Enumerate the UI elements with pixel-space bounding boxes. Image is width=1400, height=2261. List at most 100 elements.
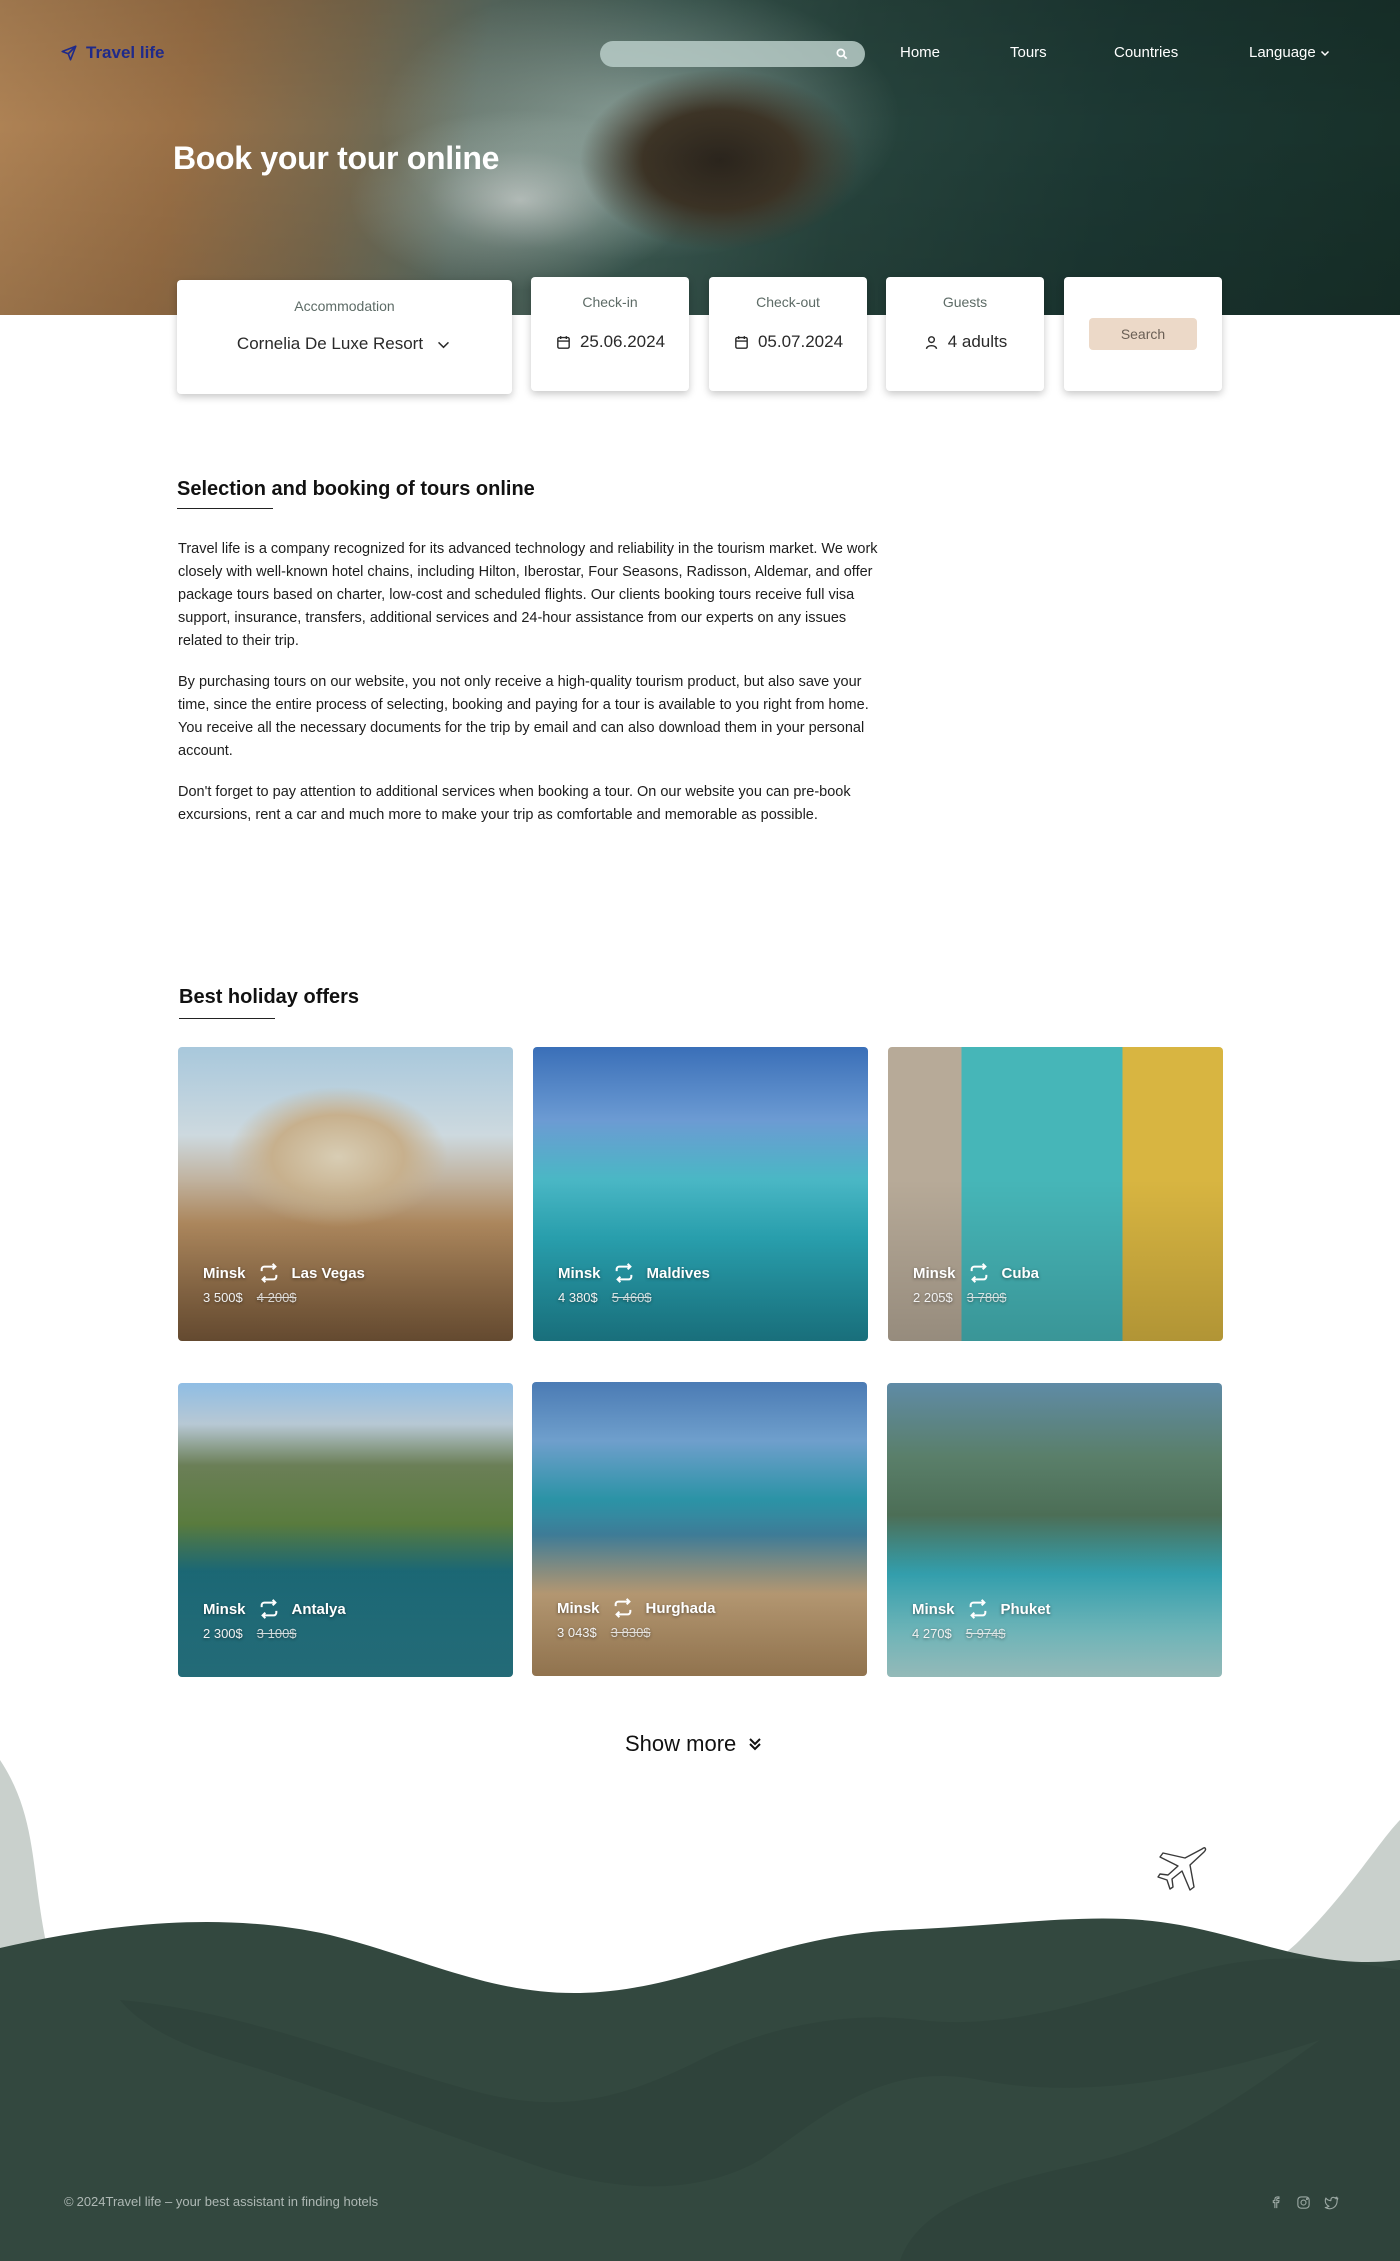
offer-old-price: 3 830$ — [610, 1625, 651, 1640]
round-trip-icon — [260, 1263, 277, 1283]
offer-price: 3 043$ — [557, 1625, 597, 1640]
offer-price: 2 300$ — [203, 1626, 243, 1641]
offer-from: Minsk — [203, 1600, 246, 1618]
title-underline — [177, 508, 273, 509]
nav-countries[interactable]: Countries — [1114, 44, 1178, 61]
checkout-value: 05.07.2024 — [757, 332, 844, 351]
round-trip-icon — [260, 1599, 277, 1619]
double-chevron-down-icon — [749, 1738, 761, 1751]
offer-card-cuba[interactable]: Minsk Cuba 2 205$ 3 780$ — [888, 1047, 1223, 1341]
offer-prices: 2 205$ 3 780$ — [913, 1290, 1007, 1305]
offer-route: Minsk Antalya — [203, 1598, 346, 1620]
footer-waves — [0, 1760, 1400, 2261]
search-input[interactable] — [600, 41, 865, 67]
offer-price: 3 500$ — [203, 1290, 243, 1305]
offers-title: Best holiday offers — [179, 986, 360, 1008]
about-paragraph: By purchasing tours on our website, you … — [178, 674, 869, 759]
offer-price: 4 380$ — [558, 1290, 598, 1305]
show-more-button[interactable]: Show more — [625, 1731, 762, 1757]
checkout-field[interactable]: Check-out 05.07.2024 — [709, 277, 867, 391]
offer-from: Minsk — [912, 1600, 955, 1618]
logo[interactable]: Travel life — [60, 43, 164, 63]
airplane-icon — [1157, 1847, 1207, 1891]
guests-value: 4 adults — [947, 332, 1008, 351]
about-paragraph: Don't forget to pay attention to additio… — [178, 784, 851, 823]
offer-from: Minsk — [557, 1599, 600, 1617]
facebook-icon[interactable] — [1268, 2195, 1283, 2210]
offer-route: Minsk Maldives — [558, 1262, 710, 1284]
offer-to: Antalya — [291, 1600, 346, 1618]
offer-card-maldives[interactable]: Minsk Maldives 4 380$ 5 460$ — [533, 1047, 868, 1341]
search-icon[interactable] — [835, 47, 849, 61]
offer-to: Phuket — [1000, 1600, 1051, 1618]
copyright-symbol: © — [64, 2194, 74, 2209]
offer-route: Minsk Cuba — [913, 1262, 1039, 1284]
checkin-value-wrap: 25.06.2024 — [555, 332, 665, 352]
copyright-text: 2024Travel life – your best assistant in… — [76, 2194, 379, 2209]
offer-old-price: 5 460$ — [611, 1290, 652, 1305]
accommodation-value-wrap: Cornelia De Luxe Resort — [237, 334, 452, 354]
social-links — [1268, 2195, 1339, 2210]
checkin-value: 25.06.2024 — [579, 332, 666, 351]
nav-language-dropdown[interactable]: Language — [1249, 44, 1331, 61]
offer-prices: 4 270$ 5 974$ — [912, 1626, 1006, 1641]
nav-home[interactable]: Home — [900, 44, 940, 61]
offer-old-price: 4 200$ — [256, 1290, 297, 1305]
offer-old-price: 3 780$ — [966, 1290, 1007, 1305]
offer-price: 2 205$ — [913, 1290, 953, 1305]
search-button[interactable]: Search — [1089, 318, 1197, 350]
offer-price: 4 270$ — [912, 1626, 952, 1641]
offer-from: Minsk — [203, 1264, 246, 1282]
chevron-down-icon — [1320, 50, 1329, 56]
round-trip-icon — [969, 1599, 986, 1619]
user-icon — [925, 335, 937, 349]
offer-card-phuket[interactable]: Minsk Phuket 4 270$ 5 974$ — [887, 1383, 1222, 1677]
round-trip-icon — [614, 1598, 631, 1618]
guests-value-wrap: 4 adults — [923, 332, 1008, 352]
calendar-icon — [557, 335, 570, 349]
offer-card-antalya[interactable]: Minsk Antalya 2 300$ 3 100$ — [178, 1383, 513, 1677]
offer-card-las-vegas[interactable]: Minsk Las Vegas 3 500$ 4 200$ — [178, 1047, 513, 1341]
accommodation-value: Cornelia De Luxe Resort — [236, 334, 424, 353]
accommodation-select[interactable]: Accommodation Cornelia De Luxe Resort — [177, 280, 512, 394]
offer-prices: 3 043$ 3 830$ — [557, 1625, 651, 1640]
round-trip-icon — [970, 1263, 987, 1283]
offer-to: Cuba — [1001, 1264, 1040, 1282]
checkout-label: Check-out — [756, 294, 820, 310]
checkin-label: Check-in — [582, 294, 638, 310]
accommodation-label: Accommodation — [294, 298, 395, 314]
offer-old-price: 3 100$ — [256, 1626, 297, 1641]
checkout-value-wrap: 05.07.2024 — [733, 332, 843, 352]
offer-route: Minsk Phuket — [912, 1598, 1051, 1620]
hero-banner: Travel life Home Tours Countries Languag… — [0, 0, 1400, 315]
offer-route: Minsk Hurghada — [557, 1597, 716, 1619]
title-underline — [179, 1018, 275, 1019]
checkin-field[interactable]: Check-in 25.06.2024 — [531, 277, 689, 391]
guests-field[interactable]: Guests 4 adults — [886, 277, 1044, 391]
guests-label: Guests — [942, 294, 988, 310]
offer-card-hurghada[interactable]: Minsk Hurghada 3 043$ 3 830$ — [532, 1382, 867, 1676]
chevron-down-icon — [438, 341, 450, 348]
about-text: Travel life is a company recognized for … — [178, 538, 878, 845]
offer-to: Las Vegas — [291, 1264, 365, 1282]
about-title: Selection and booking of tours online — [177, 478, 535, 500]
copyright: © 2024Travel life – your best assistant … — [64, 2194, 378, 2209]
nav-language-label: Language — [1249, 44, 1316, 61]
nav-tours[interactable]: Tours — [1010, 44, 1047, 61]
offer-prices: 3 500$ 4 200$ — [203, 1290, 297, 1305]
offer-old-price: 5 974$ — [965, 1626, 1006, 1641]
about-paragraph: Travel life is a company recognized for … — [178, 541, 878, 649]
offer-from: Minsk — [558, 1264, 601, 1282]
offer-route: Minsk Las Vegas — [203, 1262, 365, 1284]
hero-title: Book your tour online — [173, 140, 500, 176]
round-trip-icon — [615, 1263, 632, 1283]
offer-prices: 2 300$ 3 100$ — [203, 1626, 297, 1641]
instagram-icon[interactable] — [1296, 2195, 1311, 2210]
logo-text: Travel life — [86, 43, 165, 62]
show-more-label: Show more — [625, 1731, 737, 1756]
offer-to: Maldives — [646, 1264, 710, 1282]
twitter-icon[interactable] — [1324, 2195, 1339, 2210]
offer-to: Hurghada — [645, 1599, 716, 1617]
calendar-icon — [735, 335, 748, 349]
paper-plane-icon — [61, 45, 77, 61]
